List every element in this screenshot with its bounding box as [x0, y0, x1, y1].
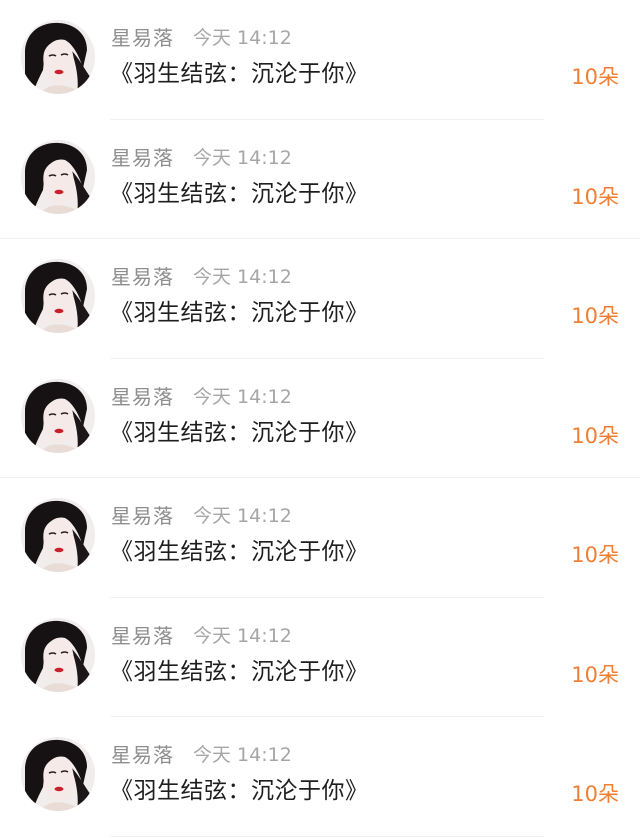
gift-message: 《羽生结弦：沉沦于你》	[110, 180, 369, 207]
gift-message: 《羽生结弦：沉沦于你》	[110, 300, 369, 326]
timestamp: 今天 14:12	[193, 505, 292, 527]
avatar-portrait-icon	[21, 259, 95, 333]
avatar-portrait-icon	[21, 378, 95, 453]
avatar[interactable]	[21, 498, 95, 572]
gift-amount: 10朵	[571, 782, 619, 806]
gift-message: 《羽生结弦：沉沦于你》	[110, 61, 369, 87]
avatar[interactable]	[21, 259, 95, 333]
username[interactable]: 星易落	[111, 383, 174, 411]
gift-amount: 10朵	[571, 304, 619, 328]
gift-message: 《羽生结弦：沉沦于你》	[110, 778, 369, 804]
timestamp: 今天 14:12	[193, 146, 292, 169]
timestamp: 今天 14:12	[193, 744, 292, 766]
row-divider	[110, 835, 544, 837]
gift-amount: 10朵	[571, 423, 619, 448]
username[interactable]: 星易落	[111, 263, 174, 291]
list-item[interactable]: 星易落 今天 14:12 《羽生结弦：沉沦于你》 10朵	[0, 0, 640, 120]
avatar-portrait-icon	[21, 139, 95, 214]
gift-message: 《羽生结弦：沉沦于你》	[110, 419, 369, 446]
avatar-portrait-icon	[21, 617, 95, 692]
avatar[interactable]	[21, 617, 95, 692]
list-item[interactable]: 星易落 今天 14:12 《羽生结弦：沉沦于你》 10朵	[0, 120, 640, 239]
avatar-portrait-icon	[21, 20, 95, 94]
username[interactable]: 星易落	[111, 741, 174, 769]
username[interactable]: 星易落	[111, 622, 174, 650]
list-item[interactable]: 星易落 今天 14:12 《羽生结弦：沉沦于你》 10朵	[0, 598, 640, 717]
avatar[interactable]	[21, 378, 95, 453]
gift-message: 《羽生结弦：沉沦于你》	[110, 539, 369, 565]
username[interactable]: 星易落	[111, 144, 174, 172]
avatar[interactable]	[21, 737, 95, 811]
timestamp: 今天 14:12	[193, 385, 292, 408]
avatar-portrait-icon	[21, 737, 95, 811]
list-item[interactable]: 星易落 今天 14:12 《羽生结弦：沉沦于你》 10朵	[0, 478, 640, 598]
gift-message: 《羽生结弦：沉沦于你》	[110, 658, 369, 685]
gift-amount: 10朵	[571, 184, 619, 209]
gift-amount: 10朵	[571, 65, 619, 89]
list-item[interactable]: 星易落 今天 14:12 《羽生结弦：沉沦于你》 10朵	[0, 239, 640, 359]
timestamp: 今天 14:12	[193, 266, 292, 288]
timestamp: 今天 14:12	[193, 27, 292, 49]
list-item[interactable]: 星易落 今天 14:12 《羽生结弦：沉沦于你》 10朵	[0, 359, 640, 478]
gift-amount: 10朵	[571, 662, 619, 687]
list-item[interactable]: 星易落 今天 14:12 《羽生结弦：沉沦于你》 10朵	[0, 717, 640, 837]
username[interactable]: 星易落	[111, 502, 174, 530]
avatar[interactable]	[21, 20, 95, 94]
avatar-portrait-icon	[21, 498, 95, 572]
timestamp: 今天 14:12	[193, 624, 292, 647]
username[interactable]: 星易落	[111, 24, 174, 52]
gift-amount: 10朵	[571, 543, 619, 567]
avatar[interactable]	[21, 139, 95, 214]
gift-record-list: 星易落 今天 14:12 《羽生结弦：沉沦于你》 10朵 星易落 今天 14:1…	[0, 0, 640, 837]
